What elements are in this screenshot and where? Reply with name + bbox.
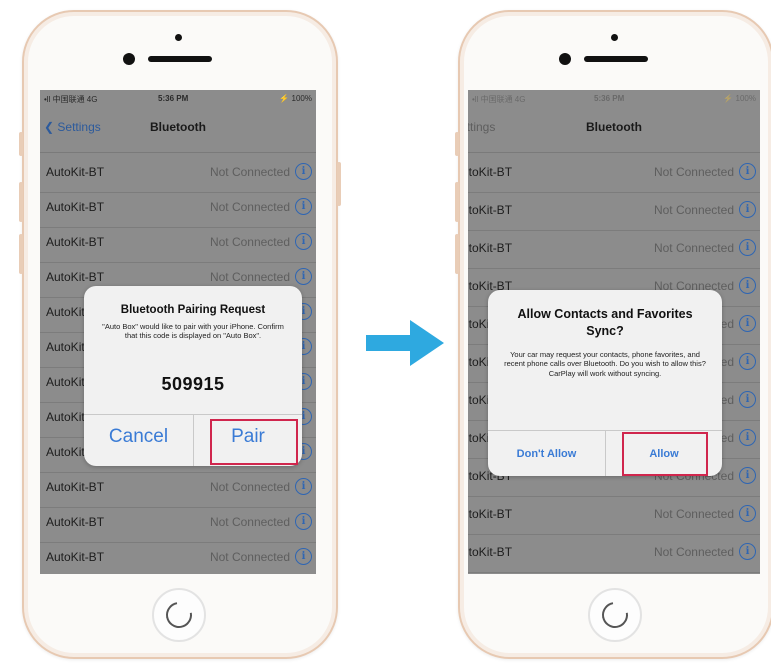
time-label: 5:36 PM — [158, 94, 189, 103]
nav-bar: Settings Bluetooth — [468, 108, 760, 153]
info-icon[interactable]: i — [739, 163, 756, 180]
info-icon[interactable]: i — [295, 513, 312, 530]
device-row[interactable]: AutoKit-BT Not Connected i — [468, 534, 760, 573]
info-icon[interactable]: i — [739, 201, 756, 218]
mute-switch — [455, 132, 459, 156]
info-icon[interactable]: i — [739, 467, 756, 484]
device-row[interactable]: AutoKit-BT Not Connected i — [468, 192, 760, 231]
connection-status: Not Connected — [209, 165, 290, 179]
dialog-message: "Auto Box" would like to pair with your … — [102, 322, 284, 341]
device-row[interactable]: AutoKit-BT Not Connected i — [40, 154, 316, 193]
volume-down-button — [455, 234, 459, 274]
right-phone: •ll 中国联通 4G 5:36 PM ⚡ 100% Settings Blue… — [455, 10, 771, 659]
device-name: AutoKit-BT — [46, 550, 105, 564]
device-name: AutoKit-BT — [46, 200, 105, 214]
device-name: AutoKit-BT — [46, 515, 105, 529]
connection-status: Not Connected — [209, 480, 290, 494]
home-button[interactable] — [588, 588, 642, 642]
info-icon[interactable]: i — [295, 233, 312, 250]
connection-status: Not Connected — [209, 235, 290, 249]
info-icon[interactable]: i — [739, 391, 756, 408]
proximity-sensor — [611, 34, 618, 41]
left-phone: •ll 中国联通 4G 5:36 PM ⚡ 100% ❮ Settings Bl… — [19, 10, 341, 659]
device-row[interactable]: AutoKit-BT Not Connected i — [40, 469, 316, 508]
allow-highlight-box — [622, 432, 708, 476]
volume-up-button — [455, 182, 459, 222]
power-button — [337, 162, 341, 206]
connection-status: Not Connected — [209, 515, 290, 529]
connection-status: Not Connected — [653, 545, 734, 559]
left-screen: •ll 中国联通 4G 5:36 PM ⚡ 100% ❮ Settings Bl… — [40, 90, 316, 574]
info-icon[interactable]: i — [739, 543, 756, 560]
device-row[interactable]: AutoKit-BT Not Connected i — [468, 154, 760, 193]
device-name: AutoKit-BT — [468, 545, 513, 559]
dont-allow-button[interactable]: Don't Allow — [488, 448, 605, 460]
connection-status: Not Connected — [653, 165, 734, 179]
right-arrow-icon — [366, 320, 444, 366]
connection-status: Not Connected — [209, 200, 290, 214]
device-row[interactable]: AutoKit-BT Not Connected i — [40, 189, 316, 228]
carrier-label: •ll 中国联通 4G — [472, 95, 526, 104]
status-bar: •ll 中国联通 4G 5:36 PM ⚡ 100% — [40, 90, 316, 108]
pairing-code: 509915 — [161, 374, 225, 394]
battery-label: ⚡ 100% — [279, 94, 312, 103]
nav-bar: ❮ Settings Bluetooth — [40, 108, 316, 153]
info-icon[interactable]: i — [739, 505, 756, 522]
device-name: AutoKit-BT — [46, 235, 105, 249]
page-title: Bluetooth — [586, 120, 642, 134]
device-name: AutoKit-BT — [468, 203, 513, 217]
device-row[interactable]: AutoKit-BT Not Connected i — [40, 504, 316, 543]
home-ring-icon — [596, 596, 634, 634]
cancel-button[interactable]: Cancel — [84, 426, 193, 448]
earpiece-speaker — [584, 56, 648, 62]
dialog-title: Allow Contacts and Favorites Sync? — [517, 307, 693, 338]
volume-down-button — [19, 234, 23, 274]
info-icon[interactable]: i — [295, 478, 312, 495]
connection-status: Not Connected — [209, 550, 290, 564]
home-ring-icon — [160, 596, 198, 634]
device-name: AutoKit-BT — [468, 165, 513, 179]
front-camera — [123, 53, 135, 65]
device-row[interactable]: AutoKit-BT Not Connected i — [468, 230, 760, 269]
status-bar: •ll 中国联通 4G 5:36 PM ⚡ 100% — [468, 90, 760, 108]
device-row[interactable]: AutoKit-BT Not Connected i — [40, 539, 316, 574]
right-screen: •ll 中国联通 4G 5:36 PM ⚡ 100% Settings Blue… — [468, 90, 760, 574]
info-icon[interactable]: i — [295, 268, 312, 285]
device-row[interactable]: AutoKit-BT Not Connected i — [40, 224, 316, 263]
dialog-message: Your car may request your contacts, phon… — [504, 350, 706, 378]
info-icon[interactable]: i — [739, 429, 756, 446]
device-name: AutoKit-BT — [468, 241, 513, 255]
battery-label: ⚡ 100% — [723, 94, 756, 103]
device-name: AutoKit-BT — [46, 270, 105, 284]
info-icon[interactable]: i — [739, 277, 756, 294]
carrier-label: •ll 中国联通 4G — [44, 95, 98, 104]
info-icon[interactable]: i — [739, 315, 756, 332]
front-camera — [559, 53, 571, 65]
time-label: 5:36 PM — [594, 94, 625, 103]
volume-up-button — [19, 182, 23, 222]
earpiece-speaker — [148, 56, 212, 62]
connection-status: Not Connected — [209, 270, 290, 284]
home-button[interactable] — [152, 588, 206, 642]
device-row[interactable]: AutoKit-BT Not Connected i — [468, 496, 760, 535]
mute-switch — [19, 132, 23, 156]
connection-status: Not Connected — [653, 241, 734, 255]
info-icon[interactable]: i — [739, 239, 756, 256]
info-icon[interactable]: i — [295, 198, 312, 215]
info-icon[interactable]: i — [295, 548, 312, 565]
device-name: AutoKit-BT — [46, 480, 105, 494]
proximity-sensor — [175, 34, 182, 41]
device-name: AutoKit-BT — [468, 507, 513, 521]
connection-status: Not Connected — [653, 203, 734, 217]
info-icon[interactable]: i — [739, 353, 756, 370]
dialog-title: Bluetooth Pairing Request — [120, 304, 266, 316]
connection-status: Not Connected — [653, 507, 734, 521]
page-title: Bluetooth — [150, 120, 206, 134]
info-icon[interactable]: i — [295, 163, 312, 180]
pair-highlight-box — [210, 419, 298, 465]
device-name: AutoKit-BT — [46, 165, 105, 179]
